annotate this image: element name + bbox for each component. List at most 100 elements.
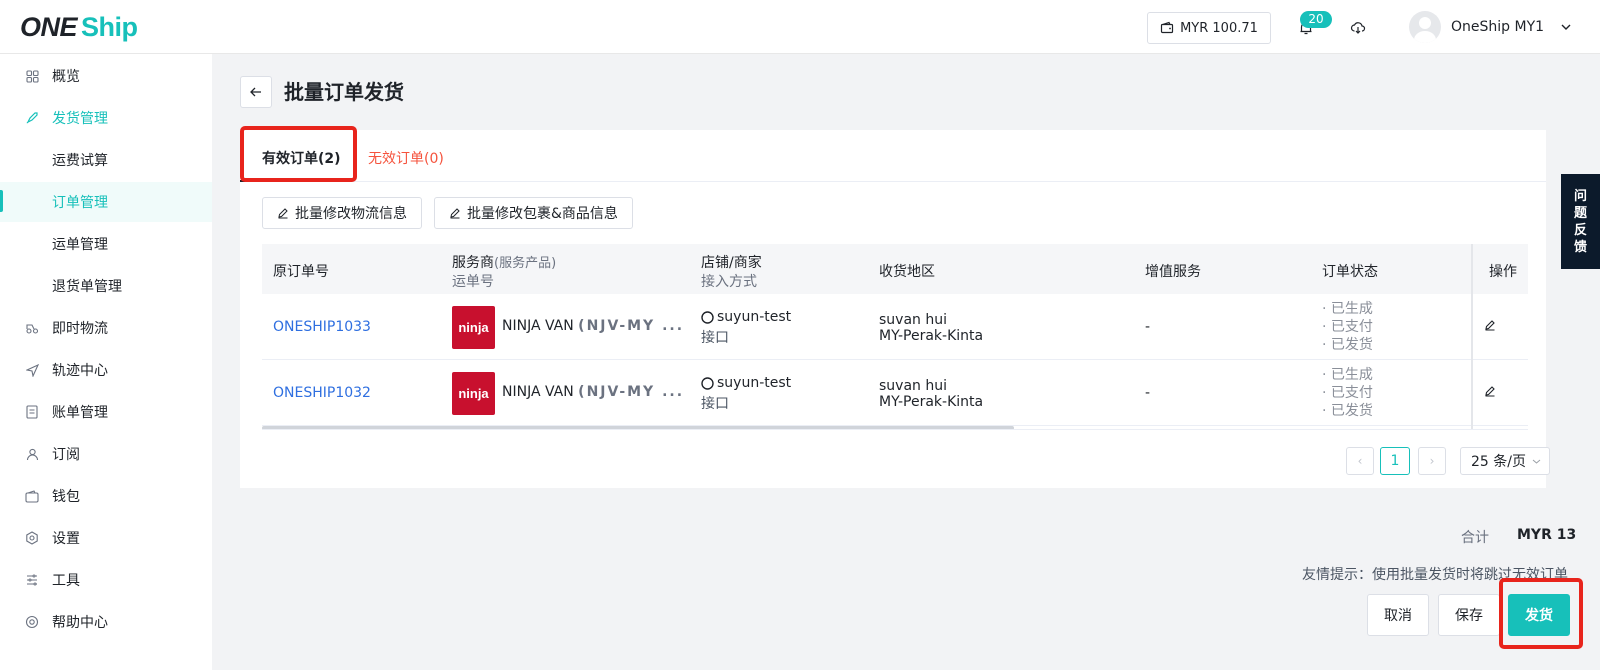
th-carrier: 服务商(服务产品) (452, 252, 556, 272)
page-size-select[interactable]: 25 条/页 (1460, 447, 1550, 475)
logo-one: ONE (20, 11, 78, 42)
chevron-left-icon: ‹ (1357, 454, 1363, 468)
chevron-down-icon (1561, 24, 1571, 30)
prev-page-button[interactable]: ‹ (1346, 447, 1374, 475)
sidebar-item-instant-logistics[interactable]: 即时物流 (0, 308, 212, 348)
wallet-icon (25, 489, 39, 503)
chevron-right-icon: › (1429, 454, 1435, 468)
sidebar: 概览 发货管理 运费试算 订单管理 运单管理 退货单管理 即时物流 轨迹中心 账… (0, 54, 212, 670)
store-platform-icon (701, 376, 714, 390)
oneship-logo[interactable]: ONE Ship (20, 10, 138, 44)
status-line: · 已生成 (1322, 301, 1373, 317)
sidebar-item-label: 钱包 (52, 489, 80, 505)
ninja-van-logo: ninja (452, 372, 495, 415)
horizontal-scrollbar[interactable] (262, 426, 1014, 429)
grid-icon (25, 69, 39, 83)
ninja-van-logo: ninja (452, 306, 495, 349)
sidebar-item-label: 轨迹中心 (52, 363, 108, 379)
rocket-icon (25, 111, 39, 125)
order-link[interactable]: ONESHIP1032 (273, 384, 371, 402)
help-icon (25, 615, 39, 629)
store-cell: suyun-test (701, 308, 791, 326)
access-method: 接口 (701, 396, 729, 412)
table-row: ONESHIP1032 ninja NINJA VAN (NJV-MY ... … (262, 360, 1528, 426)
sidebar-item-label: 工具 (52, 573, 80, 589)
feedback-char: 问 (1573, 188, 1587, 204)
total-value: MYR 13 (1517, 527, 1577, 543)
sidebar-item-orders[interactable]: 订单管理 (0, 182, 212, 222)
sidebar-item-subscription[interactable]: 订阅 (0, 434, 212, 474)
back-button[interactable] (240, 76, 272, 108)
page-title: 批量订单发货 (284, 80, 404, 104)
status-line: · 已支付 (1322, 319, 1373, 335)
value-added: - (1145, 385, 1151, 401)
store-name: suyun-test (717, 309, 792, 325)
value-added: - (1145, 319, 1151, 335)
feedback-char: 题 (1573, 205, 1587, 221)
sidebar-item-label: 即时物流 (52, 321, 108, 337)
sidebar-item-label: 订单管理 (52, 195, 108, 211)
user-icon (25, 447, 39, 461)
sidebar-item-label: 运单管理 (52, 237, 108, 253)
sidebar-item-label: 退货单管理 (52, 279, 122, 295)
logo-ship: Ship (81, 11, 138, 42)
order-link[interactable]: ONESHIP1033 (273, 318, 371, 336)
sidebar-item-tracking[interactable]: 轨迹中心 (0, 350, 212, 390)
total-label: 合计 (1461, 530, 1489, 546)
sidebar-item-billing[interactable]: 账单管理 (0, 392, 212, 432)
user-menu[interactable]: OneShip MY1 (1409, 11, 1572, 43)
page-number[interactable]: 1 (1380, 447, 1410, 475)
tab-invalid-orders[interactable]: 无效订单(0) (368, 148, 444, 168)
sidebar-item-returns[interactable]: 退货单管理 (0, 266, 212, 306)
carrier-service: NINJA VAN (NJV-MY ... (502, 318, 728, 334)
access-method: 接口 (701, 330, 729, 346)
sidebar-item-settings[interactable]: 设置 (0, 518, 212, 558)
recipient-region: MY-Perak-Kinta (879, 328, 984, 344)
carrier-product: (NJV-MY ... (578, 318, 685, 334)
th-access: 接入方式 (701, 274, 757, 290)
orders-table: 原订单号 服务商(服务产品) 运单号 店铺/商家 接入方式 收货地区 增值服务 … (262, 244, 1528, 430)
table-row: ONESHIP1033 ninja NINJA VAN (NJV-MY ... … (262, 294, 1528, 360)
store-name: suyun-test (717, 375, 792, 391)
feedback-char: 馈 (1573, 239, 1587, 255)
save-button[interactable]: 保存 (1438, 594, 1500, 636)
sidebar-item-label: 帮助中心 (52, 615, 108, 631)
notification-badge: 20 (1300, 11, 1332, 28)
bulk-edit-logistics-button[interactable]: 批量修改物流信息 (262, 197, 422, 229)
carrier-name: NINJA VAN (502, 384, 574, 400)
sidebar-item-waybills[interactable]: 运单管理 (0, 224, 212, 264)
sidebar-item-label: 账单管理 (52, 405, 108, 421)
order-tabs: 有效订单(2) 无效订单(0) (240, 130, 1546, 182)
sidebar-item-shipping[interactable]: 发货管理 (0, 98, 212, 138)
sidebar-item-label: 运费试算 (52, 153, 108, 169)
sidebar-item-tools[interactable]: 工具 (0, 560, 212, 600)
cancel-button[interactable]: 取消 (1367, 594, 1429, 636)
cloud-download-icon[interactable] (1348, 18, 1368, 38)
carrier-product: (NJV-MY ... (578, 384, 685, 400)
status-line: · 已发货 (1322, 337, 1373, 353)
sidebar-item-wallet[interactable]: 钱包 (0, 476, 212, 516)
store-platform-icon (701, 310, 714, 324)
chevron-down-icon (1532, 459, 1541, 464)
th-store: 店铺/商家 (701, 255, 762, 271)
bulk-edit-package-button[interactable]: 批量修改包裹&商品信息 (434, 197, 633, 229)
status-line: · 已生成 (1322, 367, 1373, 383)
tools-icon (25, 573, 39, 587)
highlight-tab-box (240, 126, 357, 182)
page-size-value: 25 条/页 (1471, 454, 1526, 470)
arrow-left-icon (250, 87, 261, 97)
bill-icon (25, 405, 39, 419)
recipient-region: MY-Perak-Kinta (879, 394, 984, 410)
sidebar-item-help[interactable]: 帮助中心 (0, 602, 212, 642)
next-page-button[interactable]: › (1418, 447, 1446, 475)
feedback-tab[interactable]: 问 题 反 馈 (1561, 174, 1600, 269)
sidebar-item-freight-calc[interactable]: 运费试算 (0, 140, 212, 180)
user-name: OneShip MY1 (1451, 19, 1545, 35)
th-status: 订单状态 (1322, 264, 1378, 280)
status-line: · 已发货 (1322, 403, 1373, 419)
th-value-added: 增值服务 (1145, 264, 1201, 280)
sidebar-item-overview[interactable]: 概览 (0, 56, 212, 96)
th-carrier-main: 服务商 (452, 255, 494, 271)
wallet-balance[interactable]: MYR 100.71 (1147, 12, 1271, 44)
carrier-name: NINJA VAN (502, 318, 574, 334)
